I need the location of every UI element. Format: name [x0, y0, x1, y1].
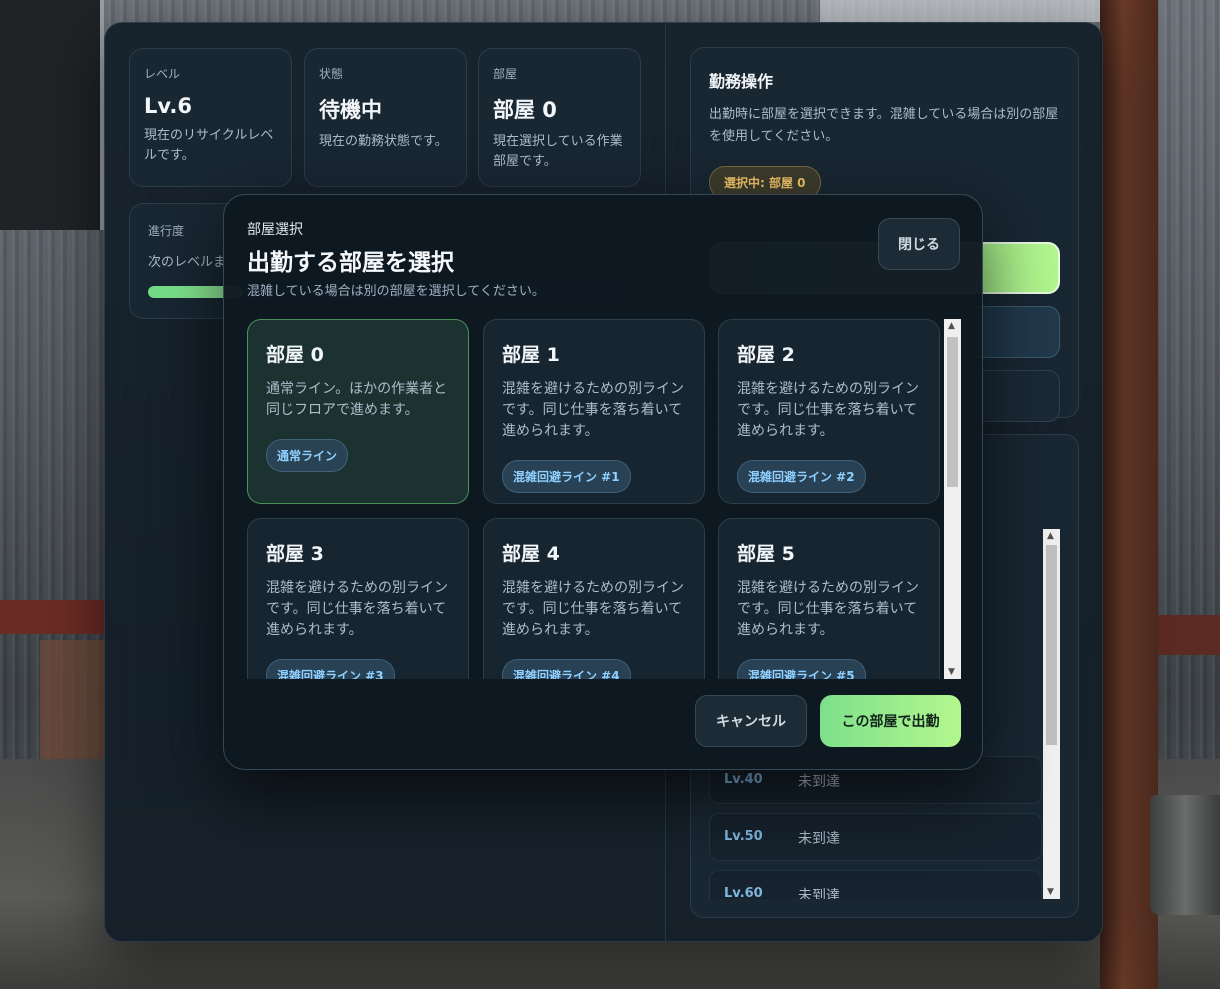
ops-title: 勤務操作	[709, 72, 774, 91]
scroll-down-icon[interactable]: ▼	[1047, 887, 1054, 897]
rank-status: 未到達	[798, 888, 840, 899]
room-tag: 混雑回避ライン #1	[502, 460, 631, 493]
stat-desc: 現在の勤務状態です。	[319, 134, 448, 149]
stat-card-state: 状態 待機中 現在の勤務状態です。	[304, 48, 467, 187]
roof-light	[820, 0, 1110, 22]
room-select-modal: 部屋選択 出勤する部屋を選択 混雑している場合は別の部屋を選択してください。 閉…	[223, 194, 983, 770]
scroll-up-icon[interactable]: ▲	[1047, 531, 1054, 541]
stat-value: Lv.6	[144, 94, 192, 118]
stat-value: 待機中	[319, 98, 382, 122]
room-desc: 混雑を避けるための別ラインです。同じ仕事を落ち着いて進められます。	[502, 381, 684, 439]
stat-desc: 現在のリサイクルレベルです。	[144, 128, 274, 163]
rank-scrollbar[interactable]: ▲ ▼	[1043, 529, 1060, 899]
room-grid[interactable]: 部屋 0 通常ライン。ほかの作業者と同じフロアで進めます。 通常ライン 部屋 1…	[247, 319, 941, 679]
room-name: 部屋 0	[266, 344, 324, 366]
room-card-3[interactable]: 部屋 3 混雑を避けるための別ラインです。同じ仕事を落ち着いて進められます。 混…	[247, 518, 469, 679]
scrollbar-thumb[interactable]	[947, 337, 958, 487]
modal-subtitle: 混雑している場合は別の部屋を選択してください。	[247, 284, 545, 299]
room-desc: 混雑を避けるための別ラインです。同じ仕事を落ち着いて進められます。	[266, 580, 448, 638]
room-tag: 通常ライン	[266, 439, 349, 472]
room-name: 部屋 2	[737, 344, 795, 366]
room-desc: 混雑を避けるための別ラインです。同じ仕事を落ち着いて進められます。	[737, 381, 919, 439]
red-beam-left	[0, 600, 110, 634]
room-card-1[interactable]: 部屋 1 混雑を避けるための別ラインです。同じ仕事を落ち着いて進められます。 混…	[483, 319, 705, 504]
confirm-clock-in-button[interactable]: この部屋で出勤	[820, 695, 961, 747]
close-button[interactable]: 閉じる	[878, 218, 960, 270]
stat-card-room: 部屋 部屋 0 現在選択している作業部屋です。	[478, 48, 641, 187]
stat-card-level: レベル Lv.6 現在のリサイクルレベルです。	[129, 48, 292, 187]
cancel-button[interactable]: キャンセル	[695, 695, 807, 747]
stat-label: レベル	[144, 67, 181, 81]
room-desc: 混雑を避けるための別ラインです。同じ仕事を落ち着いて進められます。	[502, 580, 684, 638]
wall-board	[0, 0, 104, 230]
stat-label: 状態	[319, 67, 344, 81]
rank-level: Lv.40	[724, 772, 763, 787]
room-desc: 混雑を避けるための別ラインです。同じ仕事を落ち着いて進められます。	[737, 580, 919, 638]
room-name: 部屋 3	[266, 543, 324, 565]
scrollbar-thumb[interactable]	[1046, 545, 1057, 745]
metal-bucket	[1150, 795, 1220, 915]
room-tag: 混雑回避ライン #3	[266, 659, 395, 679]
room-name: 部屋 4	[502, 543, 560, 565]
room-tag: 混雑回避ライン #5	[737, 659, 866, 679]
scroll-down-icon[interactable]: ▼	[948, 667, 955, 677]
room-card-2[interactable]: 部屋 2 混雑を避けるための別ラインです。同じ仕事を落ち着いて進められます。 混…	[718, 319, 940, 504]
room-desc: 通常ライン。ほかの作業者と同じフロアで進めます。	[266, 381, 448, 418]
scroll-up-icon[interactable]: ▲	[948, 321, 955, 331]
stat-value: 部屋 0	[493, 98, 557, 122]
room-grid-scrollbar[interactable]: ▲ ▼	[944, 319, 961, 679]
rank-status: 未到達	[798, 774, 840, 790]
ops-desc: 出勤時に部屋を選択できます。混雑している場合は別の部屋を使用してください。	[709, 107, 1059, 144]
stat-desc: 現在選択している作業部屋です。	[493, 134, 623, 169]
rank-row: Lv.50 未到達	[709, 813, 1042, 861]
room-name: 部屋 1	[502, 344, 560, 366]
room-tag: 混雑回避ライン #4	[502, 659, 631, 679]
stat-label: 部屋	[493, 67, 518, 81]
room-tag: 混雑回避ライン #2	[737, 460, 866, 493]
rank-row: Lv.60 未到達	[709, 870, 1042, 899]
rank-level: Lv.60	[724, 886, 763, 899]
room-card-0[interactable]: 部屋 0 通常ライン。ほかの作業者と同じフロアで進めます。 通常ライン	[247, 319, 469, 504]
room-card-4[interactable]: 部屋 4 混雑を避けるための別ラインです。同じ仕事を落ち着いて進められます。 混…	[483, 518, 705, 679]
modal-eyebrow: 部屋選択	[247, 222, 303, 238]
rank-level: Lv.50	[724, 829, 763, 844]
rank-status: 未到達	[798, 831, 840, 847]
room-name: 部屋 5	[737, 543, 795, 565]
modal-title: 出勤する部屋を選択	[247, 250, 454, 276]
room-card-5[interactable]: 部屋 5 混雑を避けるための別ラインです。同じ仕事を落ち着いて進められます。 混…	[718, 518, 940, 679]
